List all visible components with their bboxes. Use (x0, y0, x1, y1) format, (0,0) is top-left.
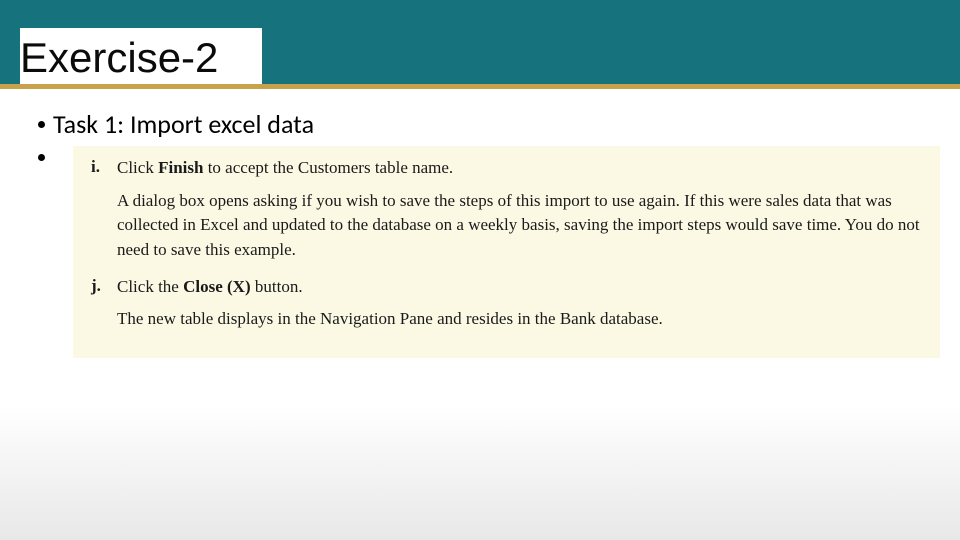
step-suffix: to accept the Customers table name. (203, 158, 453, 177)
step-i-sub: A dialog box opens asking if you wish to… (117, 189, 922, 263)
step-prefix: Click the (117, 277, 183, 296)
step-j: j. Click the Close (X) button. (91, 275, 922, 300)
step-body: Click the Close (X) button. (117, 275, 303, 300)
step-marker: i. (91, 156, 117, 177)
step-bold: Finish (158, 158, 203, 177)
step-i: i. Click Finish to accept the Customers … (91, 156, 922, 181)
step-marker: j. (91, 275, 117, 296)
step-bold: Close (X) (183, 277, 251, 296)
content-area: Task 1: Import excel data i. Click Finis… (38, 108, 940, 362)
task-title: Task 1: Import excel data (53, 108, 314, 140)
bullet-dot (38, 154, 45, 161)
instructions-block: i. Click Finish to accept the Customers … (73, 146, 940, 358)
task-bullet-row: Task 1: Import excel data (38, 108, 940, 140)
step-suffix: button. (251, 277, 303, 296)
slide-title: Exercise-2 (20, 34, 218, 84)
step-prefix: Click (117, 158, 158, 177)
step-j-sub: The new table displays in the Navigation… (117, 307, 922, 332)
second-bullet-row: i. Click Finish to accept the Customers … (38, 144, 940, 358)
underline-gap (0, 89, 960, 92)
bullet-dot (38, 121, 45, 128)
step-body: Click Finish to accept the Customers tab… (117, 156, 453, 181)
